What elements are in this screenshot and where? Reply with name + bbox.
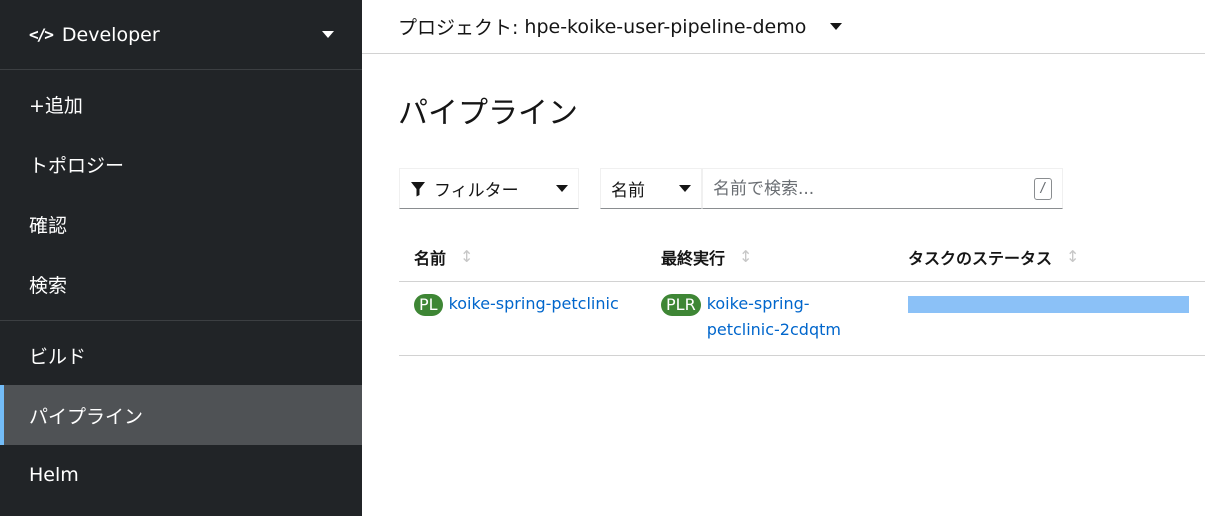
caret-down-icon (830, 23, 843, 30)
pipeline-badge: PL (414, 294, 443, 316)
main-content: プロジェクト: hpe-koike-user-pipeline-demo パイプ… (362, 0, 1205, 516)
search-type-select[interactable]: 名前 (600, 168, 702, 209)
filter-label: フィルター (434, 181, 519, 201)
code-icon: </> (29, 25, 54, 44)
search-input[interactable] (713, 178, 1034, 199)
filter-button[interactable]: フィルター (399, 168, 579, 209)
caret-down-icon (679, 185, 691, 192)
sidebar-item-label: パイプライン (29, 405, 144, 428)
sidebar-item-add[interactable]: +追加 (0, 74, 362, 134)
column-header-task-status[interactable]: タスクのステータス ↕ (893, 245, 1205, 269)
caret-down-icon (322, 31, 334, 38)
pipelinerun-link[interactable]: koike-spring-petclinic-2cdqtm (707, 291, 847, 343)
column-header-last-run[interactable]: 最終実行 ↕ (646, 245, 893, 269)
nav-group-secondary: ビルド パイプライン Helm (0, 321, 362, 505)
pipelinerun-badge: PLR (661, 294, 701, 316)
sidebar-item-helm[interactable]: Helm (0, 445, 362, 505)
sidebar-item-label: +追加 (29, 94, 83, 117)
sort-icon: ↕ (1066, 247, 1080, 266)
perspective-label: Developer (61, 23, 160, 46)
sidebar-item-pipelines[interactable]: パイプライン (0, 385, 362, 445)
sidebar-item-label: Helm (29, 464, 79, 486)
project-selector[interactable]: プロジェクト: hpe-koike-user-pipeline-demo (362, 0, 1205, 54)
pipeline-link[interactable]: koike-spring-petclinic (449, 291, 619, 317)
sidebar-item-label: 検索 (29, 274, 68, 297)
sidebar-item-search[interactable]: 検索 (0, 254, 362, 314)
project-label: プロジェクト: (398, 17, 519, 39)
pipeline-name-cell: PL koike-spring-petclinic (399, 294, 646, 317)
sidebar-item-builds[interactable]: ビルド (0, 325, 362, 385)
nav-group-main: +追加 トポロジー 確認 検索 (0, 70, 362, 321)
column-header-label: 最終実行 (661, 248, 726, 268)
perspective-switcher[interactable]: </> Developer (0, 0, 362, 70)
sort-icon: ↕ (739, 247, 753, 266)
task-status-cell (893, 294, 1205, 313)
sidebar-item-label: 確認 (29, 214, 68, 237)
column-header-name[interactable]: 名前 ↕ (399, 245, 646, 269)
sidebar-item-label: トポロジー (29, 154, 125, 177)
filter-toolbar: フィルター 名前 / (399, 168, 1063, 209)
table-header: 名前 ↕ 最終実行 ↕ タスクのステータス ↕ (399, 232, 1205, 282)
project-name: hpe-koike-user-pipeline-demo (524, 15, 807, 38)
page-title: パイプライン (398, 96, 578, 131)
sidebar-item-topology[interactable]: トポロジー (0, 134, 362, 194)
table-row: PL koike-spring-petclinic PLR koike-spri… (399, 282, 1205, 356)
sidebar: </> Developer +追加 トポロジー 確認 検索 ビルド パイプライン… (0, 0, 362, 516)
column-header-label: タスクのステータス (908, 248, 1053, 268)
pipelines-table: 名前 ↕ 最終実行 ↕ タスクのステータス ↕ PL koike-spring-… (399, 232, 1205, 356)
sidebar-item-label: ビルド (29, 345, 87, 368)
search-box: / (702, 168, 1063, 209)
task-status-bar[interactable] (908, 296, 1189, 313)
keyboard-shortcut-hint: / (1034, 177, 1052, 200)
filter-icon (411, 181, 425, 196)
last-run-cell: PLR koike-spring-petclinic-2cdqtm (646, 294, 893, 343)
caret-down-icon (556, 185, 568, 192)
column-header-label: 名前 (414, 248, 447, 268)
sidebar-item-observe[interactable]: 確認 (0, 194, 362, 254)
search-type-label: 名前 (611, 181, 645, 201)
sort-icon: ↕ (460, 247, 474, 266)
